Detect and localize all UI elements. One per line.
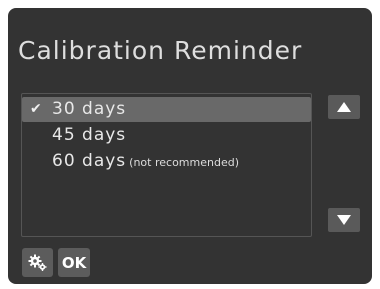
calibration-reminder-screen: Calibration Reminder ✔ 30 days 45 days 6… [8,8,372,284]
gears-icon [28,254,46,271]
option-60-days[interactable]: 60 days (not recommended) [22,149,311,174]
screen-title: Calibration Reminder [18,36,303,65]
option-label: 30 days [52,99,127,119]
option-label: 45 days [52,125,127,145]
option-label-text: 60 days [52,151,127,171]
scroll-up-button[interactable] [328,95,360,119]
scroll-up-icon [337,102,351,112]
option-note: (not recommended) [129,156,239,169]
settings-button[interactable] [22,248,53,277]
check-icon: ✔ [30,101,43,117]
ok-button[interactable]: OK [58,248,90,277]
scroll-down-button[interactable] [328,208,360,232]
option-45-days[interactable]: 45 days [22,123,311,148]
scroll-down-icon [337,215,351,225]
option-30-days[interactable]: ✔ 30 days [22,97,311,122]
option-label: 60 days (not recommended) [52,149,239,175]
reminder-options-list: ✔ 30 days 45 days 60 days (not recommende… [21,93,312,237]
